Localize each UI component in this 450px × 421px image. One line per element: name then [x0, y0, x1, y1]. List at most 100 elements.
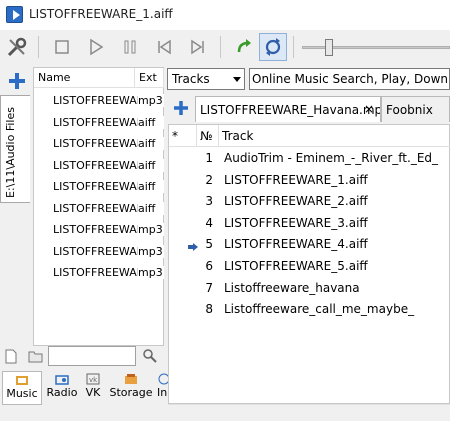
track-list[interactable]: * № Track 1 AudioTrim - Eminem_-_River_ft…: [168, 124, 450, 404]
folder-tab[interactable]: E:\11\Audio Files: [0, 95, 30, 203]
toolbar-separator: [220, 36, 221, 58]
new-file-icon[interactable]: [4, 349, 18, 364]
title-bar: LISTOFFREEWARE_1.aiff: [0, 0, 450, 30]
track-title: Listoffreeware_havana: [224, 280, 360, 295]
track-row[interactable]: 4 LISTOFFREEWARE_3.aiff: [169, 213, 450, 234]
pause-icon: [131, 40, 136, 54]
volume-handle[interactable]: [325, 39, 333, 56]
vk-icon: vk: [86, 373, 100, 385]
tab-music[interactable]: Music: [2, 371, 42, 405]
track-title: AudioTrim - Eminem_-_River_ft._Ed_: [224, 151, 439, 165]
next-button[interactable]: [184, 33, 212, 61]
column-header-name[interactable]: Name: [34, 68, 135, 88]
track-title: LISTOFFREEWARE_1.aiff: [224, 172, 368, 187]
track-row[interactable]: 8 Listoffreeware_call_me_maybe_: [169, 299, 450, 320]
play-icon: [90, 38, 104, 56]
window-title: LISTOFFREEWARE_1.aiff: [29, 7, 173, 21]
track-row[interactable]: 7 Listoffreeware_havana: [169, 278, 450, 299]
file-ext: mp3: [138, 266, 164, 279]
file-ext: aiff: [138, 158, 164, 172]
file-row[interactable]: LISTOFFREEWARE_1 aiff: [34, 198, 164, 220]
file-list[interactable]: Name Ext LISTOFFREEWARE_Havanamp3LISTOFF…: [33, 67, 164, 346]
online-search-input[interactable]: Online Music Search, Play, Download: [249, 68, 450, 90]
radio-icon: [55, 375, 69, 385]
track-title: LISTOFFREEWARE_5.aiff: [224, 259, 368, 273]
track-number: 2: [205, 172, 213, 187]
close-icon[interactable]: ×: [364, 102, 374, 116]
play-button[interactable]: [82, 33, 110, 61]
stop-icon: [55, 40, 69, 54]
toolbar-separator: [38, 36, 39, 58]
file-row[interactable]: LISTOFFREEWARE_4 aiff: [34, 133, 164, 155]
track-number: 6: [205, 259, 213, 273]
settings-icon[interactable]: [3, 33, 31, 61]
tab-vk[interactable]: vk VK: [82, 371, 104, 403]
track-title: LISTOFFREEWARE_3.aiff: [224, 215, 368, 230]
file-row[interactable]: LISTOFFREEWARE_5 aiff: [34, 112, 164, 134]
add-folder-button[interactable]: [6, 70, 28, 92]
column-header-number[interactable]: №: [197, 125, 219, 147]
tab-storage[interactable]: Storage: [109, 371, 153, 403]
file-ext: mp3: [138, 223, 164, 236]
column-header-star[interactable]: *: [169, 125, 197, 147]
file-ext: aiff: [138, 180, 164, 193]
folder-tab-label: E:\11\Audio Files: [4, 107, 17, 198]
plus-icon: [174, 101, 188, 115]
track-number: 1: [205, 151, 213, 165]
refresh-button[interactable]: [230, 33, 258, 61]
svg-text:vk: vk: [89, 376, 98, 384]
track-number: 4: [205, 215, 213, 230]
file-row[interactable]: LISTOFFREEWARE_call_memp3: [34, 219, 164, 241]
track-row[interactable]: 2 LISTOFFREEWARE_1.aiff: [169, 170, 450, 191]
file-ext: aiff: [138, 137, 164, 150]
file-search-input[interactable]: [48, 346, 136, 366]
column-header-ext[interactable]: Ext: [135, 68, 164, 88]
track-row[interactable]: 6 LISTOFFREEWARE_5.aiff: [169, 256, 450, 277]
repeat-button[interactable]: [259, 33, 287, 61]
track-row[interactable]: 3 LISTOFFREEWARE_2.aiff: [169, 191, 450, 212]
playlist-tabs: LISTOFFREEWARE_Havana.mp3 × Foobnix: [167, 94, 450, 122]
file-ext: mp3: [138, 244, 164, 258]
storage-icon: [125, 374, 137, 384]
track-row[interactable]: 1 AudioTrim - Eminem_-_River_ft._Ed_: [169, 148, 450, 169]
file-ext: aiff: [138, 115, 164, 129]
search-icon[interactable]: [143, 349, 157, 363]
tab-radio[interactable]: Radio: [45, 371, 79, 403]
green-arrow-icon: [246, 39, 251, 47]
track-number: 5: [205, 237, 213, 252]
tab-havana[interactable]: LISTOFFREEWARE_Havana.mp3 ×: [195, 96, 381, 122]
file-ext: mp3: [138, 94, 164, 107]
now-playing-icon: [188, 240, 198, 252]
open-folder-icon[interactable]: [28, 350, 43, 363]
tab-foobnix[interactable]: Foobnix: [381, 96, 450, 122]
next-icon: [191, 39, 203, 55]
bottom-tabs: Music Radio vk VK Storage In: [0, 369, 170, 421]
file-row[interactable]: LISTOFFREEWARE_Havanamp3: [34, 90, 164, 112]
file-row[interactable]: LISTOFFREEWARE_3 aiff: [34, 155, 164, 177]
file-ext: aiff: [138, 201, 164, 215]
horizontal-scrollbar[interactable]: [168, 404, 450, 421]
file-row[interactable]: LISTOFFREEWARE_2 aiff: [34, 176, 164, 198]
plus-icon: [9, 73, 25, 89]
column-header-track[interactable]: Track: [219, 125, 450, 147]
previous-button[interactable]: [150, 33, 178, 61]
toolbar-separator: [293, 36, 294, 58]
file-row[interactable]: LISTOFFREEWARE_Eminemmp3: [34, 262, 164, 284]
track-row[interactable]: 5 LISTOFFREEWARE_4.aiff: [169, 234, 450, 255]
tracks-select[interactable]: Tracks: [167, 68, 245, 90]
add-playlist-button[interactable]: [171, 98, 191, 118]
track-title: LISTOFFREEWARE_2.aiff: [224, 194, 368, 209]
chevron-down-icon: [233, 77, 241, 82]
music-icon: [16, 376, 28, 385]
track-number: 8: [205, 302, 213, 317]
app-icon: [6, 6, 23, 23]
stop-button[interactable]: [48, 33, 76, 61]
toolbar: [0, 30, 450, 65]
track-number: 7: [205, 280, 213, 295]
track-number: 3: [205, 194, 213, 209]
prev-icon: [159, 39, 171, 55]
track-title: Listoffreeware_call_me_maybe_: [224, 302, 415, 317]
pause-button[interactable]: [116, 33, 144, 61]
track-title: LISTOFFREEWARE_4.aiff: [224, 237, 368, 252]
file-row[interactable]: LISTOFFREEWARE_havanamp3: [34, 241, 164, 263]
